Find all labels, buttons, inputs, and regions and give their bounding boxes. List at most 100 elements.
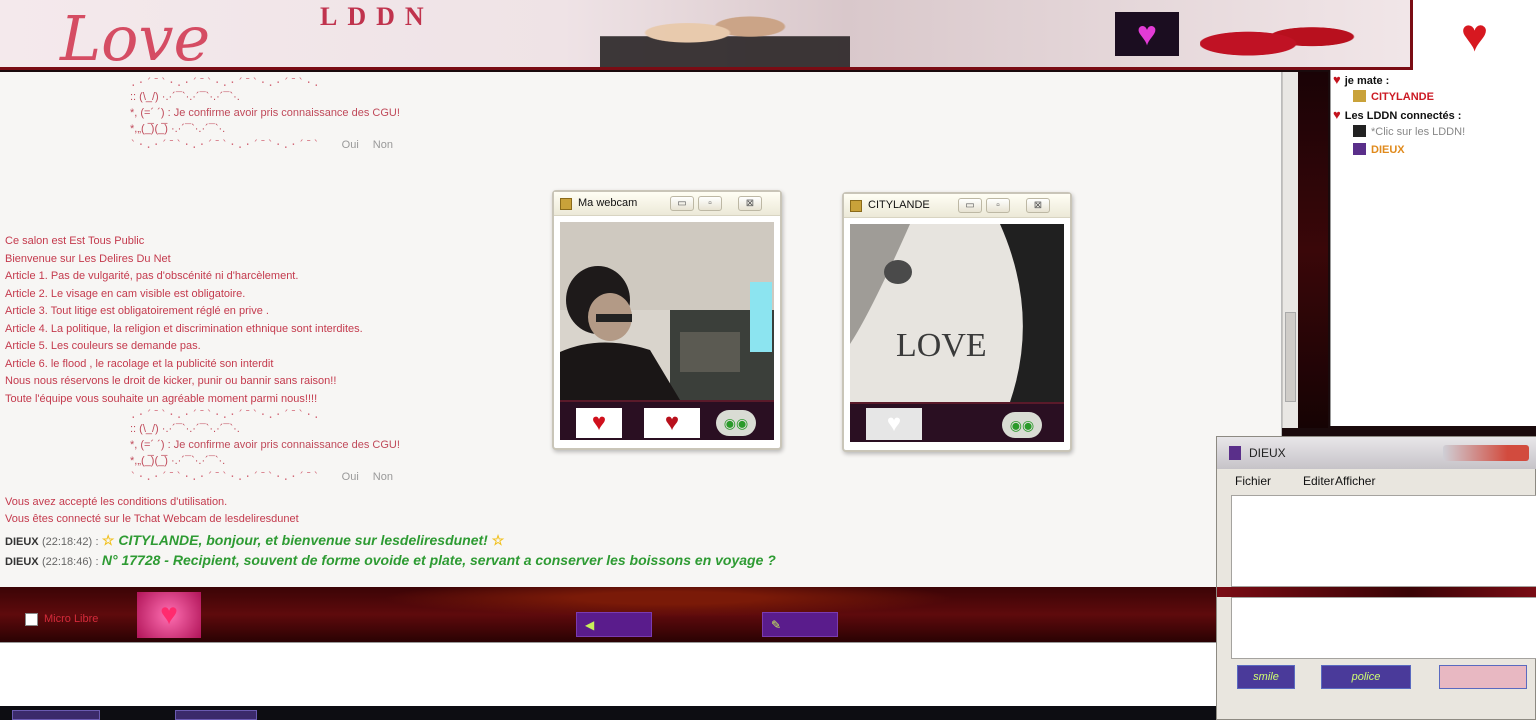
- banner-logo-love: Love: [60, 2, 211, 70]
- private-message-input[interactable]: [1231, 597, 1536, 659]
- cgu-block: .·´¯`·.·´¯`·.·´¯`·.·´¯`·. :: (\_/) ·.·´¯…: [130, 408, 610, 485]
- close-button[interactable]: ⊠: [738, 196, 762, 211]
- user-icon: [1229, 446, 1241, 460]
- message-user[interactable]: DIEUX: [5, 536, 39, 548]
- sound-button[interactable]: ◀: [576, 612, 652, 637]
- taskbar-item[interactable]: [175, 710, 257, 720]
- cgu-yes-link[interactable]: Oui: [342, 139, 359, 151]
- star-icon: ☆: [491, 532, 505, 548]
- rule-line: Article 2. Le visage en cam visible est …: [5, 287, 246, 300]
- micro-libre-checkbox[interactable]: [25, 613, 38, 626]
- webcam-video: [560, 222, 774, 400]
- webcam-icon: [850, 200, 862, 212]
- message-text: N° 17728 - Recipient, souvent de forme o…: [101, 552, 776, 568]
- webcam-controls: ♥ ◉◉: [850, 402, 1064, 442]
- message-separator: :: [95, 556, 99, 568]
- cgu-no-link[interactable]: Non: [373, 471, 393, 483]
- webcam-titlebar[interactable]: CITYLANDE ▭ ▫ ⊠: [844, 194, 1070, 218]
- user-list-panel: ♥ je mate : CITYLANDE ♥ Les LDDN connectés…: [1330, 70, 1536, 426]
- room-rules: Ce salon est Est Tous Public Bienvenue s…: [5, 233, 363, 408]
- notice-line: Vous avez accepté les conditions d'utili…: [5, 496, 228, 508]
- top-right-logo: ♥: [1410, 0, 1536, 70]
- site-banner: Love LDDN ♥: [0, 0, 1410, 70]
- minimize-button[interactable]: ▭: [958, 198, 982, 213]
- cgu-block: .·´¯`·.·´¯`·.·´¯`·.·´¯`·. :: (\_/) ·.·´¯…: [130, 76, 610, 153]
- webcam-window-own[interactable]: Ma webcam ▭ ▫ ⊠ ♥ ♥ ◉◉: [552, 190, 782, 450]
- message-time: (22:18:46): [41, 556, 93, 568]
- banner-heart-icon[interactable]: ♥: [1115, 12, 1179, 56]
- private-menu: Fichier Editer Afficher: [1217, 471, 1536, 491]
- cgu-decoration: .·´¯`·.·´¯`·.·´¯`·.·´¯`·.: [130, 76, 321, 89]
- close-button[interactable]: ⊠: [1026, 198, 1050, 213]
- heart-button[interactable]: ♥: [137, 592, 201, 638]
- webcam-titlebar[interactable]: Ma webcam ▭ ▫ ⊠: [554, 192, 780, 216]
- cgu-no-link[interactable]: Non: [373, 139, 393, 151]
- message-input[interactable]: [0, 642, 1216, 706]
- broken-heart-icon[interactable]: ♥: [576, 408, 622, 438]
- window-buttons[interactable]: [1443, 445, 1529, 461]
- chat-scrollbar[interactable]: [1282, 72, 1298, 428]
- rule-line: Article 5. Les couleurs se demande pas.: [5, 340, 201, 352]
- cgu-line: *,„(_̅)(_̅) ·.·´¯`·.·´¯`·.: [130, 123, 226, 135]
- settings-button[interactable]: ✎: [762, 612, 838, 637]
- message-user[interactable]: DIEUX: [5, 556, 39, 568]
- private-titlebar[interactable]: DIEUX: [1217, 437, 1536, 469]
- private-title: DIEUX: [1249, 446, 1286, 460]
- cgu-confirm: *, (=´ ´) : Je confirme avoir pris conna…: [130, 439, 400, 451]
- eyes-icon[interactable]: ◉◉: [1002, 412, 1042, 438]
- webcam-video: LOVE: [850, 224, 1064, 402]
- cgu-decoration: `·.·´¯`·.·´¯`·.·´¯`·.·´¯`: [130, 138, 321, 151]
- user-item-citylande[interactable]: CITYLANDE: [1353, 90, 1434, 103]
- webcam-video-frame: [560, 222, 774, 400]
- accept-notice: Vous avez accepté les conditions d'utili…: [5, 494, 299, 528]
- rule-line: Article 4. La politique, la religion et …: [5, 322, 363, 335]
- rule-line: Article 3. Tout litige est obligatoireme…: [5, 305, 269, 317]
- menu-editer[interactable]: Editer: [1303, 474, 1334, 488]
- cgu-decoration: .·´¯`·.·´¯`·.·´¯`·.·´¯`·.: [130, 408, 321, 421]
- rule-line: Nous nous réservons le droit de kicker, …: [5, 375, 337, 387]
- cgu-yes-link[interactable]: Oui: [342, 471, 359, 483]
- user-webcam-icon: [1353, 90, 1366, 102]
- user-item-dieux[interactable]: DIEUX: [1353, 143, 1405, 156]
- rule-line: Article 6. le flood , le racolage et la …: [5, 357, 274, 370]
- heart-icon[interactable]: ♥: [866, 408, 922, 440]
- control-bar: Micro Libre ♥ ◀ ✎: [0, 587, 1216, 642]
- chat-message: DIEUX (22:18:46) : N° 17728 - Recipient,…: [5, 550, 776, 572]
- eyes-icon[interactable]: ◉◉: [716, 410, 756, 436]
- notice-line: Vous êtes connecté sur le Tchat Webcam d…: [5, 513, 299, 525]
- micro-libre-label: Micro Libre: [44, 613, 99, 625]
- rule-line: Ce salon est Est Tous Public: [5, 235, 145, 247]
- webcam-video-frame: LOVE: [850, 224, 1064, 402]
- maximize-button[interactable]: ▫: [986, 198, 1010, 213]
- webcam-icon: [560, 198, 572, 210]
- scroll-thumb[interactable]: [1285, 312, 1296, 402]
- message-time: (22:18:42): [41, 536, 93, 548]
- webcam-window-citylande[interactable]: CITYLANDE ▭ ▫ ⊠ LOVE ♥ ◉◉: [842, 192, 1072, 452]
- smile-button[interactable]: smile: [1237, 665, 1295, 689]
- lddn-hint[interactable]: *Clic sur les LDDN!: [1353, 125, 1465, 138]
- banner-rose-image: [1200, 16, 1360, 62]
- decorative-strip: [1298, 72, 1328, 428]
- menu-fichier[interactable]: Fichier: [1235, 474, 1271, 488]
- menu-afficher[interactable]: Afficher: [1335, 474, 1375, 488]
- private-chat-window[interactable]: DIEUX Fichier Editer Afficher smile poli…: [1216, 436, 1536, 720]
- taskbar: [0, 706, 1216, 720]
- webcam-title: Ma webcam: [578, 197, 638, 209]
- webcam-title: CITYLANDE: [868, 199, 930, 211]
- taskbar-item[interactable]: [12, 710, 100, 720]
- user-icon: [1353, 143, 1366, 155]
- image-button[interactable]: [1439, 665, 1527, 689]
- maximize-button[interactable]: ▫: [698, 196, 722, 211]
- minimize-button[interactable]: ▭: [670, 196, 694, 211]
- user-icon: [1353, 125, 1366, 137]
- banner-brand: LDDN: [320, 2, 434, 31]
- heart-icon[interactable]: ♥: [644, 408, 700, 438]
- watching-header: ♥ je mate :: [1333, 72, 1390, 87]
- cgu-line: :: (\_/) ·.·´¯`·.·´¯`·.·´¯`·.: [130, 423, 240, 435]
- message-text: CITYLANDE, bonjour, et bienvenue sur les…: [118, 532, 488, 548]
- rule-line: Toute l'équipe vous souhaite un agréable…: [5, 392, 318, 405]
- chat-application: Love LDDN ♥ ♥ .·´¯`·.·´¯`·.·´¯`·.·´¯`·. …: [0, 0, 1536, 720]
- decorative-separator: [1217, 587, 1536, 597]
- cgu-confirm: *, (=´ ´) : Je confirme avoir pris conna…: [130, 107, 400, 119]
- police-button[interactable]: police: [1321, 665, 1411, 689]
